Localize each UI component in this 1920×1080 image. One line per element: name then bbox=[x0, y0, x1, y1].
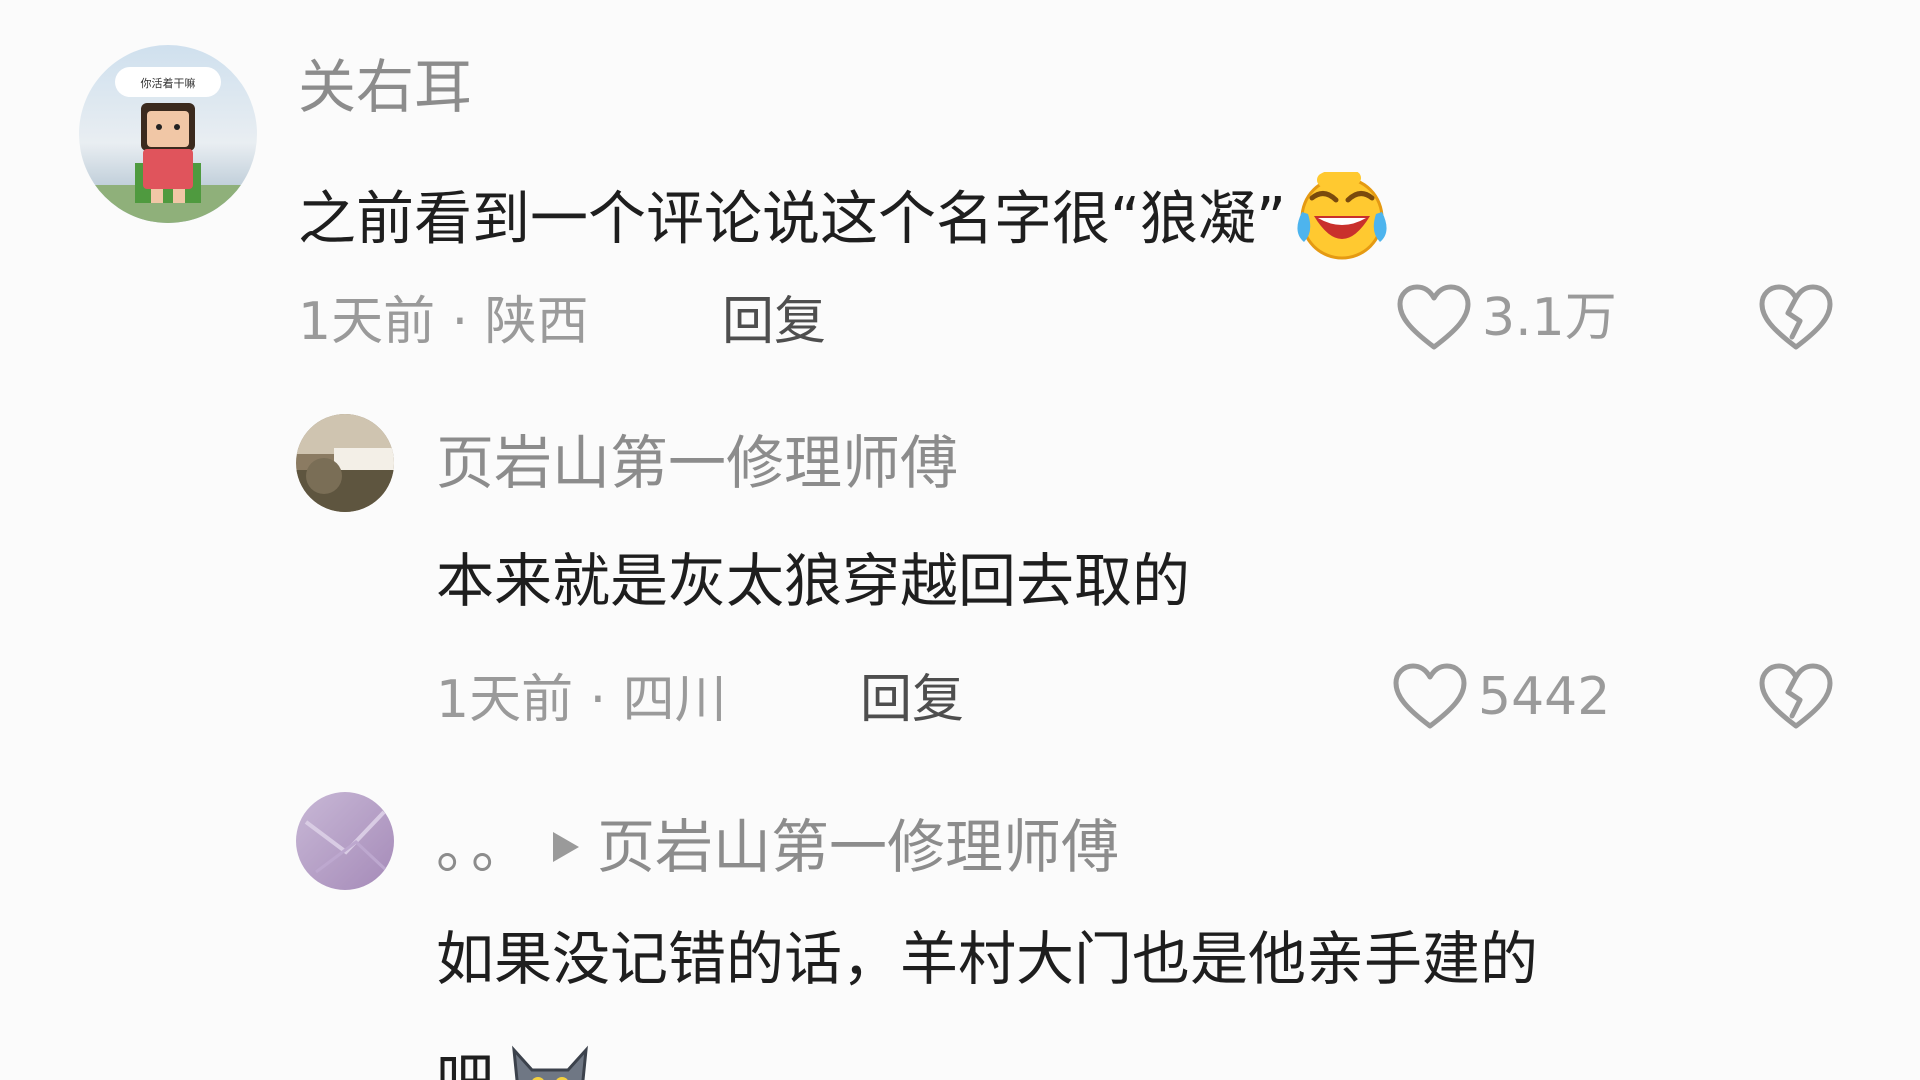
heart-outline-icon bbox=[1396, 283, 1472, 353]
username[interactable]: 页岩山第一修理师傅 bbox=[436, 434, 958, 492]
comment-thread: 你活着干嘛 关右耳 之前看到一个评论说这个名字很“狼凝” 1天前 · 陕西 回复… bbox=[0, 0, 1920, 1080]
grey-wolf-emoji-icon bbox=[502, 1040, 598, 1080]
avatar[interactable]: 你活着干嘛 bbox=[79, 45, 257, 223]
comment-meta: 1天前 · 陕西 bbox=[298, 292, 589, 352]
comment-meta: 1天前 · 四川 bbox=[436, 670, 727, 730]
like-button[interactable]: 3.1万 bbox=[1396, 283, 1617, 353]
comment-text-line2: 吧 bbox=[436, 1040, 598, 1080]
reply-to-header: 。。 页岩山第一修理师傅 bbox=[436, 818, 1119, 876]
comment-text: 本来就是灰太狼穿越回去取的 bbox=[436, 547, 1191, 615]
comment-text: 如果没记错的话，羊村大门也是他亲手建的 bbox=[436, 925, 1539, 993]
like-count: 3.1万 bbox=[1482, 288, 1617, 348]
avatar[interactable] bbox=[296, 414, 394, 512]
broken-heart-icon bbox=[1758, 283, 1834, 353]
avatar[interactable] bbox=[296, 792, 394, 890]
comment-text: 之前看到一个评论说这个名字很“狼凝” bbox=[298, 168, 1390, 273]
heart-outline-icon bbox=[1392, 662, 1468, 732]
dislike-button[interactable] bbox=[1758, 283, 1834, 353]
play-triangle-icon bbox=[551, 830, 581, 864]
username[interactable]: 关右耳 bbox=[298, 58, 472, 116]
username[interactable]: 。。 bbox=[436, 818, 535, 876]
dislike-button[interactable] bbox=[1758, 662, 1834, 732]
comment-body: 之前看到一个评论说这个名字很“狼凝” bbox=[298, 184, 1287, 253]
avatar-caption: 你活着干嘛 bbox=[141, 76, 196, 90]
broken-heart-icon bbox=[1758, 662, 1834, 732]
like-button[interactable]: 5442 bbox=[1392, 662, 1610, 732]
reply-button[interactable]: 回复 bbox=[860, 674, 964, 726]
like-count: 5442 bbox=[1478, 667, 1611, 727]
comment-body: 吧 bbox=[436, 1047, 494, 1080]
laughing-crying-emoji-icon bbox=[1294, 168, 1390, 273]
reply-target-username[interactable]: 页岩山第一修理师傅 bbox=[597, 818, 1119, 876]
reply-button[interactable]: 回复 bbox=[722, 296, 826, 348]
